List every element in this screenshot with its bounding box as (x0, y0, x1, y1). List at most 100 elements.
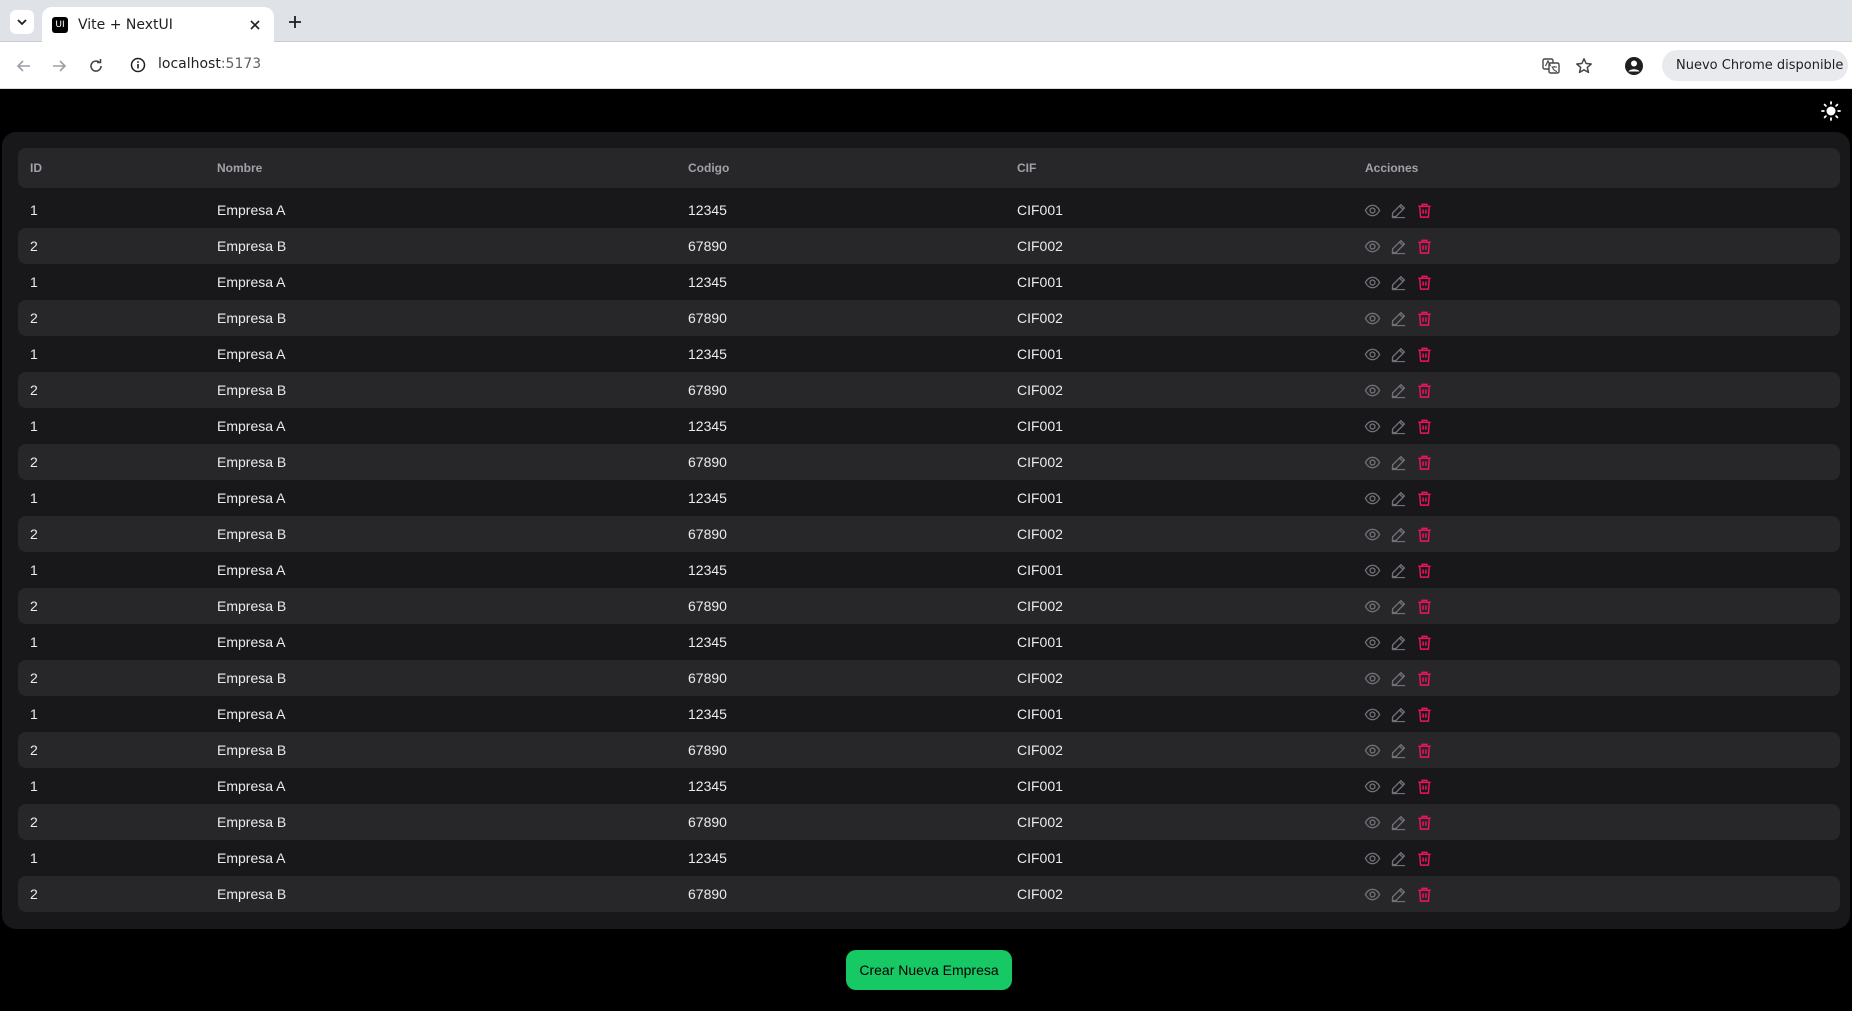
delete-button[interactable] (1415, 237, 1433, 255)
table-row[interactable]: 2 Empresa B 67890 CIF002 (18, 804, 1840, 840)
view-button[interactable] (1363, 561, 1381, 579)
column-header-codigo[interactable]: Codigo (688, 148, 729, 188)
edit-button[interactable] (1389, 453, 1407, 471)
back-button[interactable] (11, 53, 37, 79)
edit-button[interactable] (1389, 345, 1407, 363)
theme-toggle-button[interactable] (1820, 100, 1842, 122)
delete-button[interactable] (1415, 777, 1433, 795)
table-row[interactable]: 1 Empresa A 12345 CIF001 (18, 624, 1840, 660)
edit-button[interactable] (1389, 273, 1407, 291)
view-button[interactable] (1363, 417, 1381, 435)
new-tab-button[interactable] (284, 11, 306, 33)
edit-button[interactable] (1389, 237, 1407, 255)
edit-button[interactable] (1389, 525, 1407, 543)
table-row[interactable]: 1 Empresa A 12345 CIF001 (18, 480, 1840, 516)
delete-button[interactable] (1415, 453, 1433, 471)
table-row[interactable]: 2 Empresa B 67890 CIF002 (18, 876, 1840, 912)
table-row[interactable]: 1 Empresa A 12345 CIF001 (18, 336, 1840, 372)
edit-button[interactable] (1389, 381, 1407, 399)
edit-button[interactable] (1389, 741, 1407, 759)
table-row[interactable]: 2 Empresa B 67890 CIF002 (18, 732, 1840, 768)
profile-button[interactable] (1621, 53, 1647, 79)
create-empresa-button[interactable]: Crear Nueva Empresa (846, 950, 1012, 990)
table-row[interactable]: 1 Empresa A 12345 CIF001 (18, 840, 1840, 876)
delete-button[interactable] (1415, 309, 1433, 327)
edit-button[interactable] (1389, 777, 1407, 795)
column-header-cif[interactable]: CIF (1017, 148, 1036, 188)
view-button[interactable] (1363, 669, 1381, 687)
view-button[interactable] (1363, 201, 1381, 219)
table-row[interactable]: 2 Empresa B 67890 CIF002 (18, 660, 1840, 696)
delete-button[interactable] (1415, 345, 1433, 363)
table-row[interactable]: 1 Empresa A 12345 CIF001 (18, 264, 1840, 300)
delete-button[interactable] (1415, 849, 1433, 867)
delete-button[interactable] (1415, 417, 1433, 435)
view-button[interactable] (1363, 597, 1381, 615)
view-button[interactable] (1363, 813, 1381, 831)
column-header-acciones[interactable]: Acciones (1365, 148, 1418, 188)
edit-button[interactable] (1389, 633, 1407, 651)
view-button[interactable] (1363, 237, 1381, 255)
table-row[interactable]: 2 Empresa B 67890 CIF002 (18, 228, 1840, 264)
forward-button[interactable] (46, 53, 72, 79)
delete-button[interactable] (1415, 525, 1433, 543)
edit-button[interactable] (1389, 705, 1407, 723)
view-button[interactable] (1363, 525, 1381, 543)
table-row[interactable]: 1 Empresa A 12345 CIF001 (18, 192, 1840, 228)
delete-button[interactable] (1415, 813, 1433, 831)
edit-button[interactable] (1389, 201, 1407, 219)
table-row[interactable]: 1 Empresa A 12345 CIF001 (18, 408, 1840, 444)
delete-button[interactable] (1415, 273, 1433, 291)
delete-button[interactable] (1415, 633, 1433, 651)
view-button[interactable] (1363, 453, 1381, 471)
site-info-button[interactable] (128, 55, 148, 75)
edit-button[interactable] (1389, 417, 1407, 435)
chrome-update-button[interactable]: Nuevo Chrome disponible (1662, 50, 1848, 81)
edit-button[interactable] (1389, 669, 1407, 687)
view-button[interactable] (1363, 705, 1381, 723)
delete-button[interactable] (1415, 885, 1433, 903)
edit-button[interactable] (1389, 561, 1407, 579)
view-button[interactable] (1363, 381, 1381, 399)
table-row[interactable]: 1 Empresa A 12345 CIF001 (18, 552, 1840, 588)
edit-button[interactable] (1389, 489, 1407, 507)
table-row[interactable]: 2 Empresa B 67890 CIF002 (18, 516, 1840, 552)
bookmark-button[interactable] (1571, 53, 1597, 79)
view-button[interactable] (1363, 345, 1381, 363)
column-header-id[interactable]: ID (30, 148, 42, 188)
delete-button[interactable] (1415, 381, 1433, 399)
column-header-nombre[interactable]: Nombre (217, 148, 262, 188)
table-row[interactable]: 2 Empresa B 67890 CIF002 (18, 372, 1840, 408)
edit-button[interactable] (1389, 309, 1407, 327)
edit-button[interactable] (1389, 885, 1407, 903)
tab-search-button[interactable] (10, 10, 34, 34)
reload-button[interactable] (83, 53, 109, 79)
view-button[interactable] (1363, 309, 1381, 327)
edit-button[interactable] (1389, 597, 1407, 615)
address-bar[interactable]: localhost:5173 (158, 56, 261, 72)
view-button[interactable] (1363, 273, 1381, 291)
delete-button[interactable] (1415, 201, 1433, 219)
table-row[interactable]: 2 Empresa B 67890 CIF002 (18, 300, 1840, 336)
edit-button[interactable] (1389, 813, 1407, 831)
view-button[interactable] (1363, 741, 1381, 759)
view-button[interactable] (1363, 489, 1381, 507)
view-button[interactable] (1363, 849, 1381, 867)
edit-button[interactable] (1389, 849, 1407, 867)
table-row[interactable]: 2 Empresa B 67890 CIF002 (18, 588, 1840, 624)
table-row[interactable]: 1 Empresa A 12345 CIF001 (18, 696, 1840, 732)
view-button[interactable] (1363, 885, 1381, 903)
close-tab-button[interactable] (246, 16, 264, 34)
delete-button[interactable] (1415, 705, 1433, 723)
delete-button[interactable] (1415, 561, 1433, 579)
delete-button[interactable] (1415, 489, 1433, 507)
delete-button[interactable] (1415, 597, 1433, 615)
view-button[interactable] (1363, 777, 1381, 795)
table-row[interactable]: 1 Empresa A 12345 CIF001 (18, 768, 1840, 804)
browser-tab[interactable]: UI Vite + NextUI (42, 7, 274, 42)
table-row[interactable]: 2 Empresa B 67890 CIF002 (18, 444, 1840, 480)
delete-button[interactable] (1415, 669, 1433, 687)
view-button[interactable] (1363, 633, 1381, 651)
translate-button[interactable] (1538, 53, 1564, 79)
delete-button[interactable] (1415, 741, 1433, 759)
